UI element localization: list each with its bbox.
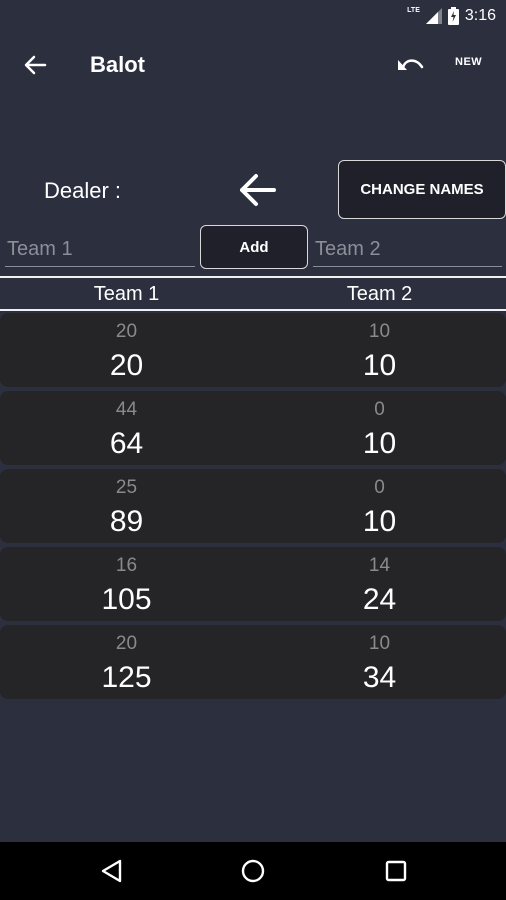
network-type: LTE [407,6,420,14]
team2-round-score: 0 [374,477,385,498]
change-names-button[interactable]: CHANGE NAMES [338,160,506,219]
back-arrow-icon[interactable] [20,50,50,80]
team1-round-score: 20 [115,321,138,342]
status-bar: LTE 3:16 [0,0,506,32]
dealer-row: Dealer : CHANGE NAMES [0,160,506,220]
navigation-bar [0,842,506,900]
team2-header: Team 2 [346,283,413,305]
team2-cell: 10 34 [253,625,506,699]
clock: 3:16 [464,7,496,24]
team1-total-score: 125 [101,661,152,694]
team2-cell: 0 10 [253,391,506,465]
team1-cell: 20 125 [0,625,253,699]
team2-cell: 0 10 [253,469,506,543]
team2-total-score: 10 [362,427,397,460]
team2-score-input[interactable] [313,233,502,267]
app-bar: Balot NEW [0,32,506,100]
score-row[interactable]: 20 20 10 10 [0,313,506,387]
score-header: Team 1 Team 2 [0,280,506,308]
team1-cell: 44 64 [0,391,253,465]
team2-total-score: 10 [362,349,397,382]
score-row[interactable]: 16 105 14 24 [0,547,506,621]
team1-round-score: 25 [115,477,138,498]
divider-bottom [0,309,506,311]
add-button[interactable]: Add [200,225,308,269]
score-row[interactable]: 44 64 0 10 [0,391,506,465]
team1-cell: 25 89 [0,469,253,543]
team1-round-score: 20 [115,633,138,654]
nav-recents-icon[interactable] [383,858,409,884]
team2-round-score: 10 [368,321,391,342]
team1-total-score: 20 [109,349,144,382]
team2-round-score: 0 [374,399,385,420]
signal-icon [425,8,442,24]
dealer-label: Dealer : [44,178,122,203]
team2-round-score: 10 [368,633,391,654]
team2-total-score: 34 [362,661,397,694]
team1-round-score: 44 [115,399,138,420]
team1-cell: 16 105 [0,547,253,621]
battery-icon [447,7,459,25]
team1-header: Team 1 [93,283,160,305]
undo-icon[interactable] [394,50,426,80]
score-list: 20 20 10 10 44 64 0 10 25 89 0 10 16 105 [0,313,506,703]
score-row[interactable]: 20 125 10 34 [0,625,506,699]
team1-cell: 20 20 [0,313,253,387]
team2-cell: 10 10 [253,313,506,387]
team1-total-score: 105 [101,583,152,616]
new-game-button[interactable]: NEW [455,56,482,68]
team1-score-input[interactable] [5,233,195,267]
team2-total-score: 24 [362,583,397,616]
page-title: Balot [90,52,145,77]
score-input-row: Add [0,225,506,271]
team2-total-score: 10 [362,505,397,538]
score-row[interactable]: 25 89 0 10 [0,469,506,543]
team1-total-score: 64 [109,427,144,460]
team2-cell: 14 24 [253,547,506,621]
nav-home-icon[interactable] [240,858,266,884]
team2-round-score: 14 [368,555,391,576]
divider-top [0,276,506,278]
team1-round-score: 16 [115,555,138,576]
nav-back-icon[interactable] [99,858,125,884]
dealer-arrow-left-icon[interactable] [236,170,278,210]
team1-total-score: 89 [109,505,144,538]
